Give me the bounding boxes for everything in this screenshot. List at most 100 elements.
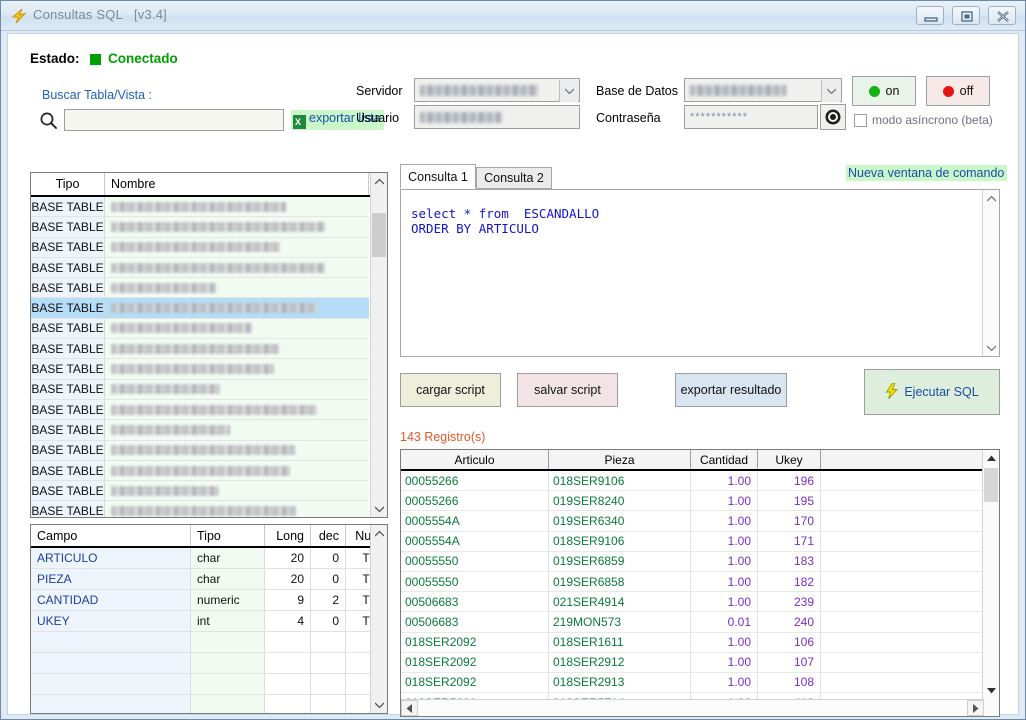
scroll-up-icon[interactable]: [983, 190, 999, 207]
password-field[interactable]: ***********: [684, 105, 818, 129]
results-row[interactable]: 018SER2092 018SER2913 1.00 108: [401, 673, 999, 693]
results-row[interactable]: 00055266 019SER8240 1.00 195: [401, 491, 999, 511]
minimize-icon[interactable]: [916, 6, 944, 25]
new-command-window-link[interactable]: Nueva ventana de comando: [846, 165, 1007, 181]
chevron-down-icon[interactable]: [559, 80, 578, 102]
scroll-up-icon[interactable]: [371, 525, 387, 542]
table-type-cell: BASE TABLE: [31, 278, 105, 298]
field-decimals-cell: 0: [311, 569, 346, 590]
table-type-cell: BASE TABLE: [31, 298, 105, 318]
search-input[interactable]: [64, 109, 284, 131]
tab-consulta-1[interactable]: Consulta 1: [400, 164, 476, 189]
scroll-right-icon[interactable]: [967, 700, 984, 716]
results-row[interactable]: 00055550 019SER6859 1.00 183: [401, 552, 999, 572]
sql-text[interactable]: select * from ESCANDALLO ORDER BY ARTICU…: [411, 206, 599, 236]
result-articulo-cell: 00055550: [401, 552, 549, 572]
table-list-row[interactable]: BASE TABLE: [31, 258, 387, 278]
table-list-row[interactable]: BASE TABLE: [31, 481, 387, 501]
table-list-row[interactable]: BASE TABLE: [31, 441, 387, 461]
table-list-row[interactable]: BASE TABLE: [31, 501, 387, 518]
chevron-down-icon[interactable]: [821, 80, 840, 102]
table-list-row[interactable]: BASE TABLE: [31, 298, 387, 318]
column-header-blank: [821, 450, 984, 469]
table-list-row[interactable]: BASE TABLE: [31, 197, 387, 217]
table-list-grid[interactable]: Tipo Nombre BASE TABLE BASE TABLE BASE TAB…: [30, 172, 388, 518]
field-row[interactable]: [31, 653, 387, 674]
table-list-row[interactable]: BASE TABLE: [31, 359, 387, 379]
database-value: [690, 85, 786, 96]
scroll-up-icon[interactable]: [983, 450, 999, 467]
connect-off-button[interactable]: off: [926, 76, 990, 106]
result-cantidad-cell: 1.00: [691, 572, 758, 592]
table-list-row[interactable]: BASE TABLE: [31, 278, 387, 298]
scroll-down-icon[interactable]: [371, 696, 387, 713]
tab-consulta-2[interactable]: Consulta 2: [476, 167, 552, 189]
close-icon[interactable]: [988, 6, 1016, 25]
results-row[interactable]: 00055266 018SER9106 1.00 196: [401, 471, 999, 491]
status-indicator: [90, 54, 101, 65]
table-list-row[interactable]: BASE TABLE: [31, 339, 387, 359]
field-row[interactable]: [31, 632, 387, 653]
field-grid-scrollbar[interactable]: [370, 525, 387, 713]
field-length-cell: 20: [265, 569, 311, 590]
maximize-icon[interactable]: [952, 6, 980, 25]
table-list-scrollbar[interactable]: [370, 173, 387, 517]
table-type-cell: BASE TABLE: [31, 238, 105, 258]
table-name-cell: [105, 400, 369, 420]
result-articulo-cell: 0005554A: [401, 511, 549, 531]
table-type-cell: BASE TABLE: [31, 441, 105, 461]
table-list-row[interactable]: BASE TABLE: [31, 238, 387, 258]
table-list-row[interactable]: BASE TABLE: [31, 461, 387, 481]
field-structure-grid[interactable]: Campo Tipo Long dec Null ARTICULO char 20 0…: [30, 524, 388, 714]
reveal-password-icon[interactable]: [820, 104, 846, 130]
results-grid[interactable]: Articulo Pieza Cantidad Ukey 00055266 018…: [400, 449, 1000, 717]
field-row[interactable]: PIEZA char 20 0 T: [31, 569, 387, 590]
search-icon: [38, 110, 60, 132]
table-list-row[interactable]: BASE TABLE: [31, 420, 387, 440]
sql-editor[interactable]: select * from ESCANDALLO ORDER BY ARTICU…: [400, 189, 1000, 357]
table-list-row[interactable]: BASE TABLE: [31, 380, 387, 400]
scroll-left-icon[interactable]: [401, 700, 418, 716]
field-row[interactable]: CANTIDAD numeric 9 2 T: [31, 590, 387, 611]
excel-icon: X: [293, 115, 306, 129]
result-cantidad-cell: 1.00: [691, 633, 758, 653]
run-sql-button[interactable]: Ejecutar SQL: [864, 369, 1000, 415]
field-length-cell: 4: [265, 611, 311, 632]
table-type-cell: BASE TABLE: [31, 217, 105, 237]
export-result-button[interactable]: exportar resultado: [675, 373, 787, 407]
table-list-row[interactable]: BASE TABLE: [31, 217, 387, 237]
results-row[interactable]: 018SER2092 018SER1611 1.00 106: [401, 633, 999, 653]
results-row[interactable]: 0005554A 019SER6340 1.00 170: [401, 511, 999, 531]
scroll-down-icon[interactable]: [371, 500, 387, 517]
field-row[interactable]: [31, 695, 387, 714]
field-row[interactable]: [31, 674, 387, 695]
results-row[interactable]: 00506683 219MON573 0.01 240: [401, 612, 999, 632]
result-pieza-cell: 018SER1611: [549, 633, 691, 653]
user-field[interactable]: [414, 105, 580, 129]
sql-editor-scrollbar[interactable]: [982, 190, 999, 356]
scrollbar-thumb[interactable]: [372, 213, 386, 257]
async-mode-checkbox[interactable]: [854, 114, 867, 127]
results-vertical-scrollbar[interactable]: [982, 450, 999, 716]
results-horizontal-scrollbar[interactable]: [401, 699, 984, 716]
password-label: Contraseña: [596, 111, 661, 125]
table-list-row[interactable]: BASE TABLE: [31, 319, 387, 339]
result-pieza-cell: 021SER4914: [549, 592, 691, 612]
field-row[interactable]: ARTICULO char 20 0 T: [31, 548, 387, 569]
load-script-button[interactable]: cargar script: [400, 373, 501, 407]
connect-on-button[interactable]: on: [852, 76, 916, 106]
field-row[interactable]: UKEY int 4 0 T: [31, 611, 387, 632]
scrollbar-thumb[interactable]: [984, 468, 998, 502]
results-row[interactable]: 00506683 021SER4914 1.00 239: [401, 592, 999, 612]
scroll-down-icon[interactable]: [983, 339, 999, 356]
results-row[interactable]: 018SER2092 018SER2912 1.00 107: [401, 653, 999, 673]
save-script-button[interactable]: salvar script: [517, 373, 618, 407]
server-combo[interactable]: [414, 78, 580, 102]
results-row[interactable]: 0005554A 018SER9106 1.00 171: [401, 532, 999, 552]
table-list-row[interactable]: BASE TABLE: [31, 400, 387, 420]
redacted-table-name: [111, 242, 280, 252]
scroll-up-icon[interactable]: [371, 173, 387, 190]
results-row[interactable]: 00055550 019SER6858 1.00 182: [401, 572, 999, 592]
database-combo[interactable]: [684, 78, 842, 102]
scroll-down-icon[interactable]: [983, 682, 999, 699]
